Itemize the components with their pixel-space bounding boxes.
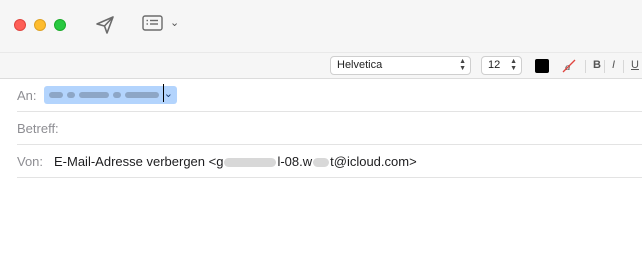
underline-button[interactable]: U (631, 59, 639, 71)
up-down-arrows-icon: ▲ ▼ (459, 58, 466, 72)
from-address-prefix: E-Mail-Adresse verbergen <g (54, 154, 224, 169)
text-color-button[interactable] (535, 59, 549, 73)
list-icon (142, 15, 163, 31)
redacted-text (67, 92, 75, 98)
window-titlebar: ⌄ (0, 0, 642, 52)
redacted-text (224, 158, 277, 168)
from-address-middle: l-08.w (277, 154, 313, 169)
subject-field-row[interactable]: Betreff: (17, 112, 642, 145)
toolbar-divider (585, 60, 586, 73)
chevron-down-icon: ⌄ (170, 17, 180, 29)
redacted-text (79, 92, 109, 98)
background-color-button[interactable]: a (561, 58, 577, 74)
from-field-row[interactable]: Von: E-Mail-Adresse verbergen <g l-08.w t@… (17, 145, 642, 178)
font-family-select[interactable]: Helvetica ▲ ▼ (330, 56, 471, 75)
toolbar-divider (604, 60, 605, 73)
toolbar-divider (623, 60, 624, 73)
format-bar: Helvetica ▲▼ 12 ▲▼ a B I U (0, 52, 642, 79)
from-label: Von: (17, 154, 44, 169)
minimize-window-button[interactable] (34, 19, 46, 31)
to-field-row[interactable]: An: ⌄ (17, 79, 642, 112)
up-down-arrows-icon: ▲ ▼ (510, 58, 517, 72)
subject-label: Betreff: (17, 121, 59, 136)
redacted-text (125, 92, 159, 98)
zoom-window-button[interactable] (54, 19, 66, 31)
close-window-button[interactable] (14, 19, 26, 31)
no-color-icon: a (562, 59, 576, 73)
from-address-value[interactable]: E-Mail-Adresse verbergen <g l-08.w t@iclou… (54, 154, 417, 169)
redacted-text (49, 92, 63, 98)
to-label: An: (17, 88, 37, 103)
bold-button[interactable]: B (593, 59, 601, 71)
from-address-suffix: t@icloud.com> (330, 154, 417, 169)
text-cursor (163, 84, 164, 102)
font-size-value: 12 (488, 59, 501, 71)
paper-plane-icon (96, 16, 114, 34)
recipient-token[interactable]: ⌄ (44, 86, 177, 104)
format-menu-button[interactable]: ⌄ (142, 14, 182, 34)
redacted-text (113, 92, 121, 98)
font-family-value: Helvetica (337, 59, 383, 71)
send-button[interactable] (94, 14, 116, 36)
chevron-down-icon[interactable]: ⌄ (164, 87, 173, 100)
font-size-select[interactable]: 12 ▲ ▼ (481, 56, 522, 75)
italic-button[interactable]: I (612, 59, 615, 71)
redacted-text (313, 158, 330, 168)
